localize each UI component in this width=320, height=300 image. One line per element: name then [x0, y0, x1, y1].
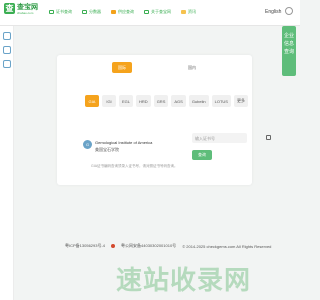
- chip-gubelin[interactable]: Gubelin: [188, 95, 209, 107]
- police-badge-icon: [111, 244, 116, 248]
- org-name: Gemological Institute of America: [95, 140, 153, 145]
- police-link[interactable]: 粤公网安备44030302001010号: [121, 243, 176, 249]
- chip-igi[interactable]: IGI: [102, 95, 116, 107]
- document-icon[interactable]: [3, 60, 11, 68]
- chip-hrd[interactable]: HRD: [136, 95, 151, 107]
- chip-egl[interactable]: EGL: [119, 95, 134, 107]
- copyright-text: © 2014-2025 checkgems.com All Rights Res…: [182, 243, 272, 249]
- nav-item-news[interactable]: 资讯: [181, 9, 196, 15]
- chip-more[interactable]: 更多: [233, 95, 248, 107]
- watermark-text: 速站收录网: [116, 265, 252, 295]
- nav-item-supply[interactable]: 供应查询: [111, 9, 134, 15]
- footer: 粤ICP备13056293号-4 粤公网安备44030302001010号 © …: [65, 243, 277, 249]
- bookmark-icon[interactable]: [3, 46, 11, 54]
- icp-link[interactable]: 粤ICP备13056293号-4: [65, 243, 105, 249]
- chip-lotus[interactable]: LOTUS: [211, 95, 231, 107]
- query-button[interactable]: 查询: [192, 150, 212, 160]
- nav-item-scorer[interactable]: 分数器: [82, 9, 101, 15]
- tab-domestic[interactable]: 国内: [182, 62, 202, 73]
- nav-item-cert-query[interactable]: 证书查询: [49, 9, 72, 15]
- org-logo-icon: G: [83, 140, 92, 149]
- logo-subtext: chabao.com: [17, 11, 34, 15]
- main-nav: 证书查询 分数器 供应查询 关于查宝网 资讯: [49, 9, 206, 15]
- certificate-number-input[interactable]: [192, 133, 247, 143]
- language-switch[interactable]: English: [265, 9, 281, 15]
- share-icon[interactable]: [3, 32, 11, 40]
- chip-grs[interactable]: GRS: [153, 95, 169, 107]
- left-sidebar: [0, 26, 14, 300]
- float-panel-button[interactable]: 企业信息查询: [282, 26, 296, 76]
- chip-gia[interactable]: GIA: [85, 95, 99, 107]
- calculator-icon: [82, 10, 87, 14]
- nav-item-about[interactable]: 关于查宝网: [144, 9, 171, 15]
- lab-chip-list: GIA IGI EGL HRD GRS AGS Gubelin LOTUS 更多: [85, 95, 251, 107]
- certificate-icon: [49, 10, 54, 14]
- query-hint: GIA证书编码查询须录入证书号，请对照证书号码查询。: [91, 164, 178, 168]
- info-icon: [144, 10, 149, 14]
- news-icon: [181, 10, 186, 14]
- supply-icon: [111, 10, 116, 14]
- site-header: 查 查宝网 chabao.com 证书查询 分数器 供应查询 关于查宝网 资讯 …: [0, 0, 300, 26]
- org-subtitle: 美国宝石学院: [95, 147, 119, 152]
- logo-icon[interactable]: 查: [4, 3, 15, 14]
- tab-international[interactable]: 国际: [112, 62, 132, 73]
- calendar-icon[interactable]: [266, 135, 271, 140]
- chip-ags[interactable]: AGS: [171, 95, 186, 107]
- user-icon[interactable]: [285, 7, 293, 15]
- query-card: 国际 国内 GIA IGI EGL HRD GRS AGS Gubelin LO…: [57, 55, 271, 185]
